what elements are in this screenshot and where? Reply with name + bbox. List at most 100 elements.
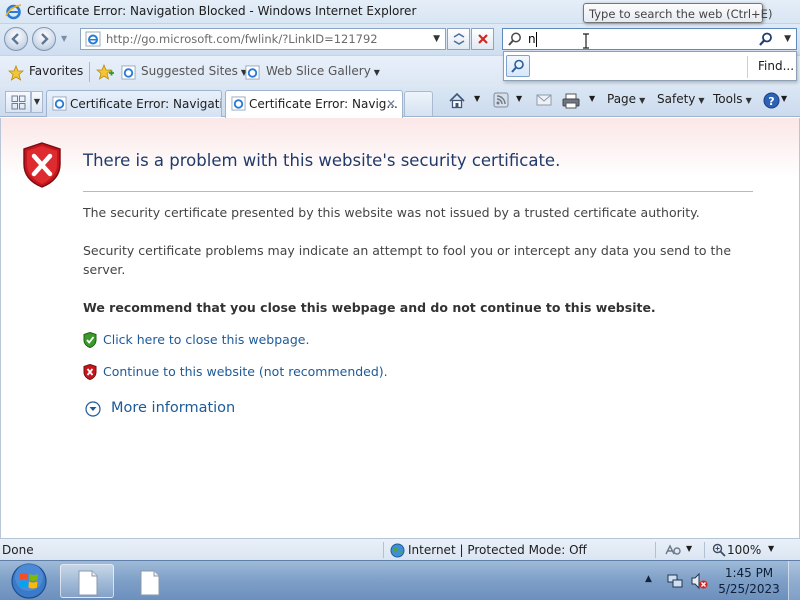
status-text: Done: [2, 543, 34, 557]
suggested-sites-label: Suggested Sites: [141, 64, 238, 78]
search-box[interactable]: n ▼: [502, 28, 797, 50]
tab-list-dropdown[interactable]: ▼: [31, 91, 43, 113]
chevron-down-icon: ▼: [639, 96, 646, 105]
page-menu-button[interactable]: Page ▼: [607, 92, 645, 106]
status-separator: [704, 542, 705, 558]
system-clock[interactable]: 1:45 PM 5/25/2023: [718, 565, 780, 597]
find-on-page-button[interactable]: Find...: [758, 59, 794, 73]
feeds-icon[interactable]: [493, 92, 509, 108]
volume-muted-icon[interactable]: [690, 572, 708, 590]
ie-page-icon: [231, 96, 246, 111]
blank-document-icon: [140, 570, 160, 596]
ibeam-cursor-icon: [583, 33, 589, 49]
page-title: There is a problem with this website's s…: [83, 151, 561, 170]
refresh-icon: [453, 33, 465, 45]
read-mail-icon[interactable]: [536, 92, 552, 108]
show-desktop-button[interactable]: [788, 561, 800, 600]
blank-document-icon: [78, 570, 98, 596]
search-go-icon[interactable]: [758, 31, 774, 47]
address-dropdown-icon[interactable]: ▼: [433, 34, 440, 44]
status-separator: [383, 542, 384, 558]
show-hidden-icons-icon[interactable]: ▲: [645, 574, 652, 584]
search-provider-button[interactable]: [506, 55, 530, 77]
security-zone-label: Internet | Protected Mode: Off: [408, 543, 587, 557]
search-options-dropdown[interactable]: ▼: [784, 34, 791, 44]
text-caret: [536, 32, 537, 47]
favorites-button[interactable]: Favorites: [29, 64, 83, 78]
help-dropdown-icon[interactable]: ▼: [781, 94, 787, 103]
svg-text:?: ?: [768, 95, 774, 108]
ie-logo-icon: [5, 4, 22, 20]
tab-bar: ▼ Certificate Error: Navigatio... Certif…: [0, 87, 800, 118]
certificate-warning: Security certificate problems may indica…: [83, 243, 732, 277]
safety-menu-button[interactable]: Safety ▼: [657, 92, 705, 106]
recommendation-text: We recommend that you close this webpage…: [83, 300, 656, 315]
error-shield-icon: [23, 142, 61, 188]
home-dropdown-icon[interactable]: ▼: [474, 94, 480, 103]
status-separator: [655, 542, 656, 558]
web-slice-gallery-link[interactable]: Web Slice Gallery ▼: [266, 64, 380, 78]
tools-menu-button[interactable]: Tools ▼: [713, 92, 752, 106]
clock-date: 5/25/2023: [718, 582, 780, 596]
window-title: Certificate Error: Navigation Blocked - …: [27, 4, 417, 18]
close-tab-icon[interactable]: ✕: [386, 97, 396, 111]
ie-page-icon: [52, 96, 67, 111]
taskbar-window-button-2[interactable]: [122, 564, 176, 598]
page-menu-label: Page: [607, 92, 637, 106]
search-tooltip: Type to search the web (Ctrl+E): [583, 3, 772, 23]
tab-label: Certificate Error: Navigatio...: [70, 97, 221, 111]
favorites-separator: [89, 62, 90, 82]
expand-chevron-circle-icon: [85, 401, 101, 417]
network-icon[interactable]: [666, 572, 684, 590]
feeds-dropdown-icon[interactable]: ▼: [516, 94, 522, 103]
search-provider-magnifier-icon: [511, 59, 524, 73]
zoom-dropdown-icon[interactable]: ▼: [768, 544, 774, 553]
tab-certificate-error-2[interactable]: Certificate Error: Navig... ✕: [225, 90, 403, 118]
forward-arrow-icon: [41, 33, 49, 45]
search-input[interactable]: n: [528, 32, 536, 46]
ie-page-icon: [85, 31, 101, 47]
zoom-label: 100%: [727, 543, 762, 557]
tab-certificate-error-1[interactable]: Certificate Error: Navigatio...: [46, 90, 222, 117]
globe-icon: [390, 543, 405, 558]
start-button-windows-logo-icon[interactable]: [3, 562, 55, 600]
more-information-label: More information: [111, 400, 236, 416]
back-button[interactable]: [4, 27, 28, 51]
stop-x-icon: [478, 34, 488, 44]
compatibility-dropdown-icon[interactable]: ▼: [686, 544, 692, 553]
ie-page-icon: [121, 65, 136, 80]
search-suggestions-dropdown: Find...: [503, 51, 797, 81]
compatibility-icon[interactable]: [664, 542, 682, 558]
zoom-magnifier-icon: [712, 543, 726, 557]
chevron-down-icon: ▼: [373, 68, 380, 77]
help-icon[interactable]: ?: [763, 92, 780, 109]
clock-time: 1:45 PM: [724, 566, 774, 580]
continue-to-website-label: Continue to this website (not recommende…: [103, 364, 388, 379]
stop-button[interactable]: [471, 28, 494, 50]
quick-tabs-grid-icon: [11, 95, 26, 110]
taskbar: ▲ 1:45 PM 5/25/2023: [0, 560, 800, 600]
recent-pages-dropdown[interactable]: ▼: [61, 34, 70, 43]
print-icon[interactable]: [562, 92, 580, 110]
home-icon[interactable]: [448, 92, 466, 110]
chevron-down-icon: ▼: [698, 96, 705, 105]
quick-tabs-button[interactable]: [5, 91, 31, 113]
green-shield-check-icon: [83, 332, 97, 348]
new-tab-button[interactable]: [404, 91, 433, 116]
certificate-description: The security certificate presented by th…: [83, 205, 700, 220]
search-provider-icon: [508, 32, 521, 46]
address-bar[interactable]: http://go.microsoft.com/fwlink/?LinkID=1…: [80, 28, 446, 50]
favorites-star-icon: [8, 65, 24, 81]
suggested-sites-link[interactable]: Suggested Sites ▼: [141, 64, 247, 78]
print-dropdown-icon[interactable]: ▼: [589, 94, 595, 103]
chevron-down-icon: ▼: [745, 96, 752, 105]
add-to-favorites-bar-icon[interactable]: [96, 64, 114, 80]
red-shield-x-icon: [83, 364, 97, 380]
address-url: http://go.microsoft.com/fwlink/?LinkID=1…: [106, 32, 378, 46]
page-content: There is a problem with this website's s…: [0, 118, 800, 538]
tab-label: Certificate Error: Navig...: [249, 97, 398, 111]
compatibility-refresh-button[interactable]: [447, 28, 470, 50]
forward-button[interactable]: [32, 27, 56, 51]
dropdown-separator: [747, 56, 748, 78]
taskbar-window-button-1[interactable]: [60, 564, 114, 598]
